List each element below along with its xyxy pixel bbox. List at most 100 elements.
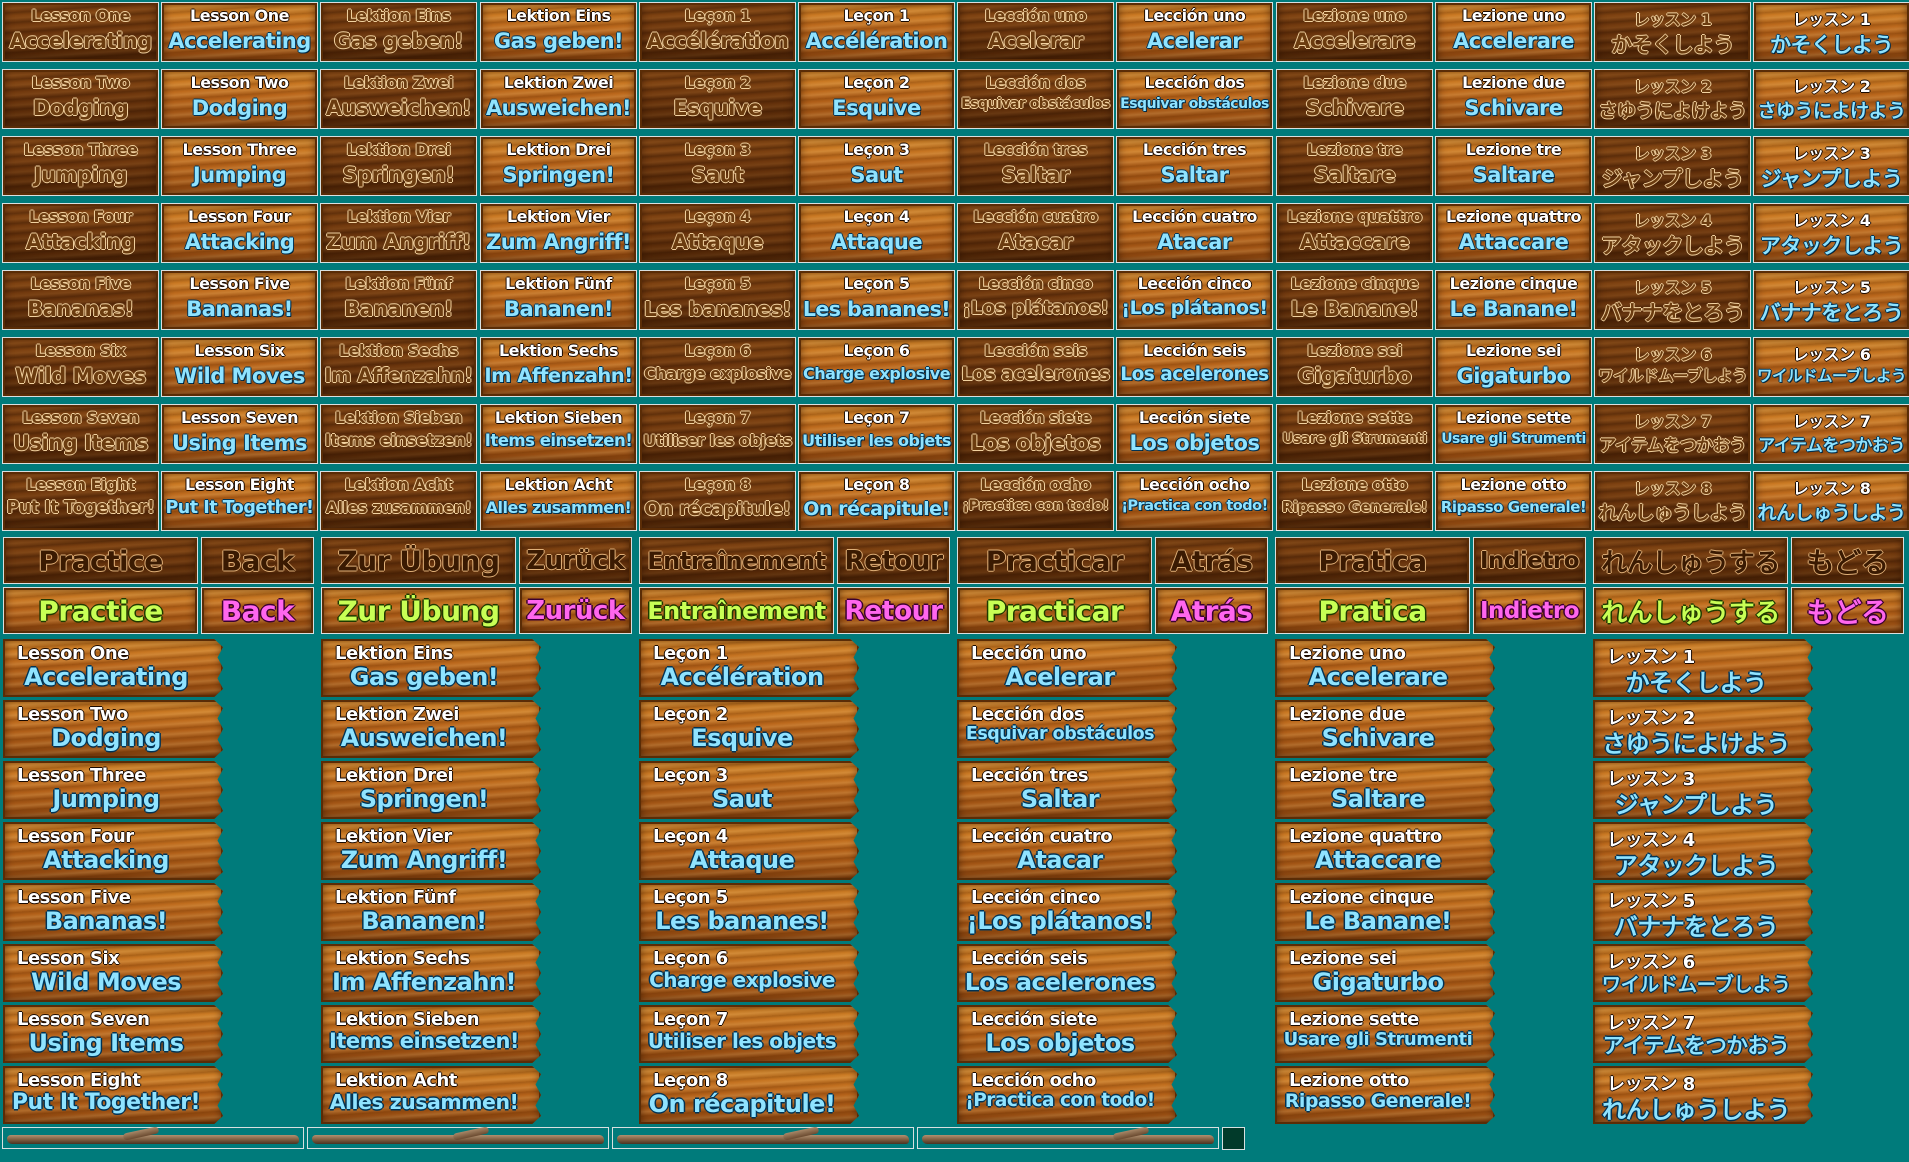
lesson-plank-de-8[interactable]: Lektion Acht Alles zusammen!: [321, 1066, 541, 1124]
lesson-number: Lección dos: [985, 73, 1086, 92]
lesson-number: Lesson Two: [17, 704, 128, 725]
lesson-number: Lektion Sechs: [338, 341, 459, 360]
lesson-number: Lección uno: [984, 6, 1087, 25]
lesson-number: Lesson Two: [31, 73, 130, 92]
practice-button-fr-lit[interactable]: Entraînement: [639, 587, 834, 634]
practice-button-it-lit[interactable]: Pratica: [1275, 587, 1470, 634]
lesson-plank-it-4[interactable]: Lezione quattro Attaccare: [1275, 822, 1495, 880]
practice-button-it-dim[interactable]: Pratica: [1275, 537, 1470, 584]
lesson-plank-fr-5[interactable]: Leçon 5 Les bananes!: [639, 883, 859, 941]
lesson-number: レッスン 7: [1792, 412, 1871, 431]
lesson-title: Jumping: [52, 785, 160, 813]
lesson-plank-de-7[interactable]: Lektion Sieben Items einsetzen!: [321, 1005, 541, 1063]
lesson-plank-de-1[interactable]: Lektion Eins Gas geben!: [321, 639, 541, 697]
lesson-plank-en-2[interactable]: Lesson Two Dodging: [3, 700, 223, 758]
practice-button-ja-dim[interactable]: れんしゅうする: [1593, 537, 1788, 584]
practice-button-de-lit[interactable]: Zur Übung: [321, 587, 516, 634]
practice-button-de-dim[interactable]: Zur Übung: [321, 537, 516, 584]
lesson-plank-ja-1[interactable]: レッスン 1 かそくしよう: [1593, 639, 1813, 697]
lesson-plank-it-6[interactable]: Lezione sei Gigaturbo: [1275, 944, 1495, 1002]
practice-button-en-dim[interactable]: Practice: [3, 537, 198, 584]
lesson-plank-fr-3[interactable]: Leçon 3 Saut: [639, 761, 859, 819]
lesson-plank-fr-7[interactable]: Leçon 7 Utiliser les objets: [639, 1005, 859, 1063]
lesson-plank-en-8[interactable]: Lesson Eight Put It Together!: [3, 1066, 223, 1124]
lesson-number: Lección dos: [1144, 73, 1245, 92]
lesson-plank-es-2[interactable]: Lección dos Esquivar obstáculos: [957, 700, 1177, 758]
back-button-es-lit[interactable]: Atrás: [1155, 587, 1268, 634]
practice-button-fr-dim[interactable]: Entraînement: [639, 537, 834, 584]
lesson-plank-en-5[interactable]: Lesson Five Bananas!: [3, 883, 223, 941]
back-button-fr-dim[interactable]: Retour: [837, 537, 950, 584]
lesson-title: Attaque: [671, 230, 764, 254]
lesson-number: Lección uno: [1143, 6, 1246, 25]
lesson-plank-fr-4[interactable]: Leçon 4 Attaque: [639, 822, 859, 880]
lesson-plank-it-7[interactable]: Lezione sette Usare gli Strumenti: [1275, 1005, 1495, 1063]
lesson-plank-it-5[interactable]: Lezione cinque Le Banane!: [1275, 883, 1495, 941]
lesson-plank-en-3[interactable]: Lesson Three Jumping: [3, 761, 223, 819]
practice-button-ja-lit[interactable]: れんしゅうする: [1593, 587, 1788, 634]
lesson-number: レッスン 5: [1633, 278, 1712, 297]
back-button-fr-lit[interactable]: Retour: [837, 587, 950, 634]
lesson-number: Lektion Sechs: [498, 341, 619, 360]
lesson-plank-en-6[interactable]: Lesson Six Wild Moves: [3, 944, 223, 1002]
lesson-plank-ja-3[interactable]: レッスン 3 ジャンプしよう: [1593, 761, 1813, 819]
lesson-plank-it-8[interactable]: Lezione otto Ripasso Generale!: [1275, 1066, 1495, 1124]
back-button-ja-dim[interactable]: もどる: [1791, 537, 1904, 584]
lesson-cell-it-2-lit: Lezione due Schivare: [1435, 69, 1592, 129]
lesson-plank-es-7[interactable]: Lección siete Los objetos: [957, 1005, 1177, 1063]
lesson-plank-ja-8[interactable]: レッスン 8 れんしゅうしよう: [1593, 1066, 1813, 1124]
lesson-plank-it-1[interactable]: Lezione uno Accelerare: [1275, 639, 1495, 697]
lesson-plank-ja-4[interactable]: レッスン 4 アタックしよう: [1593, 822, 1813, 880]
lesson-number: Lesson Three: [182, 140, 297, 159]
practice-button-en-lit[interactable]: Practice: [3, 587, 198, 634]
lesson-plank-de-5[interactable]: Lektion Fünf Bananen!: [321, 883, 541, 941]
lesson-cell-ja-6-lit: レッスン 6 ワイルドムーブしよう: [1753, 337, 1909, 397]
lesson-plank-de-4[interactable]: Lektion Vier Zum Angriff!: [321, 822, 541, 880]
lesson-plank-fr-6[interactable]: Leçon 6 Charge explosive: [639, 944, 859, 1002]
lesson-cell-es-1-dim: Lección uno Acelerar: [957, 2, 1114, 62]
lesson-plank-it-2[interactable]: Lezione due Schivare: [1275, 700, 1495, 758]
lesson-title: ワイルドムーブしよう: [1597, 367, 1748, 385]
lesson-title: さゆうによけよう: [1757, 100, 1906, 122]
lesson-plank-es-6[interactable]: Lección seis Los acelerones: [957, 944, 1177, 1002]
lesson-number: Lektion Fünf: [335, 887, 456, 908]
lesson-plank-ja-2[interactable]: レッスン 2 さゆうによけよう: [1593, 700, 1813, 758]
lesson-cell-ja-8-dim: レッスン 8 れんしゅうしよう: [1594, 471, 1751, 531]
back-button-it-lit[interactable]: Indietro: [1473, 587, 1586, 634]
lesson-plank-es-3[interactable]: Lección tres Saltar: [957, 761, 1177, 819]
lesson-plank-es-5[interactable]: Lección cinco ¡Los plátanos!: [957, 883, 1177, 941]
practice-button-es-lit[interactable]: Practicar: [957, 587, 1152, 634]
lesson-plank-ja-7[interactable]: レッスン 7 アイテムをつかおう: [1593, 1005, 1813, 1063]
back-button-it-dim[interactable]: Indietro: [1473, 537, 1586, 584]
lesson-title: Gigaturbo: [1312, 968, 1444, 996]
lesson-plank-es-1[interactable]: Lección uno Acelerar: [957, 639, 1177, 697]
practice-button-es-dim[interactable]: Practicar: [957, 537, 1152, 584]
lesson-plank-de-6[interactable]: Lektion Sechs Im Affenzahn!: [321, 944, 541, 1002]
back-button-en-lit[interactable]: Back: [201, 587, 314, 634]
back-button-de-lit[interactable]: Zurück: [519, 587, 632, 634]
lesson-plank-ja-6[interactable]: レッスン 6 ワイルドムーブしよう: [1593, 944, 1813, 1002]
lesson-cell-it-3-dim: Lezione tre Saltare: [1276, 136, 1433, 196]
back-button-de-dim[interactable]: Zurück: [519, 537, 632, 584]
lesson-plank-ja-5[interactable]: レッスン 5 バナナをとろう: [1593, 883, 1813, 941]
lesson-plank-fr-8[interactable]: Leçon 8 On récapitule!: [639, 1066, 859, 1124]
lesson-cell-en-6-dim: Lesson Six Wild Moves: [2, 337, 159, 397]
lesson-plank-de-2[interactable]: Lektion Zwei Ausweichen!: [321, 700, 541, 758]
lesson-plank-es-4[interactable]: Lección cuatro Atacar: [957, 822, 1177, 880]
back-button-en-dim[interactable]: Back: [201, 537, 314, 584]
lesson-plank-en-7[interactable]: Lesson Seven Using Items: [3, 1005, 223, 1063]
lesson-title: Esquivar obstáculos: [965, 724, 1155, 744]
lesson-plank-de-3[interactable]: Lektion Drei Springen!: [321, 761, 541, 819]
lesson-title: Attaccare: [1315, 846, 1441, 874]
back-button-ja-lit[interactable]: もどる: [1791, 587, 1904, 634]
back-button-es-dim[interactable]: Atrás: [1155, 537, 1268, 584]
lesson-number: Lezione otto: [1289, 1070, 1409, 1091]
lesson-plank-en-4[interactable]: Lesson Four Attacking: [3, 822, 223, 880]
lesson-plank-fr-1[interactable]: Leçon 1 Accélération: [639, 639, 859, 697]
lesson-plank-es-8[interactable]: Lección ocho ¡Practica con todo!: [957, 1066, 1177, 1124]
lesson-plank-it-3[interactable]: Lezione tre Saltare: [1275, 761, 1495, 819]
lesson-number: Leçon 2: [653, 704, 728, 725]
lesson-plank-en-1[interactable]: Lesson One Accelerating: [3, 639, 223, 697]
lesson-number: Lesson Two: [190, 73, 289, 92]
lesson-plank-fr-2[interactable]: Leçon 2 Esquive: [639, 700, 859, 758]
